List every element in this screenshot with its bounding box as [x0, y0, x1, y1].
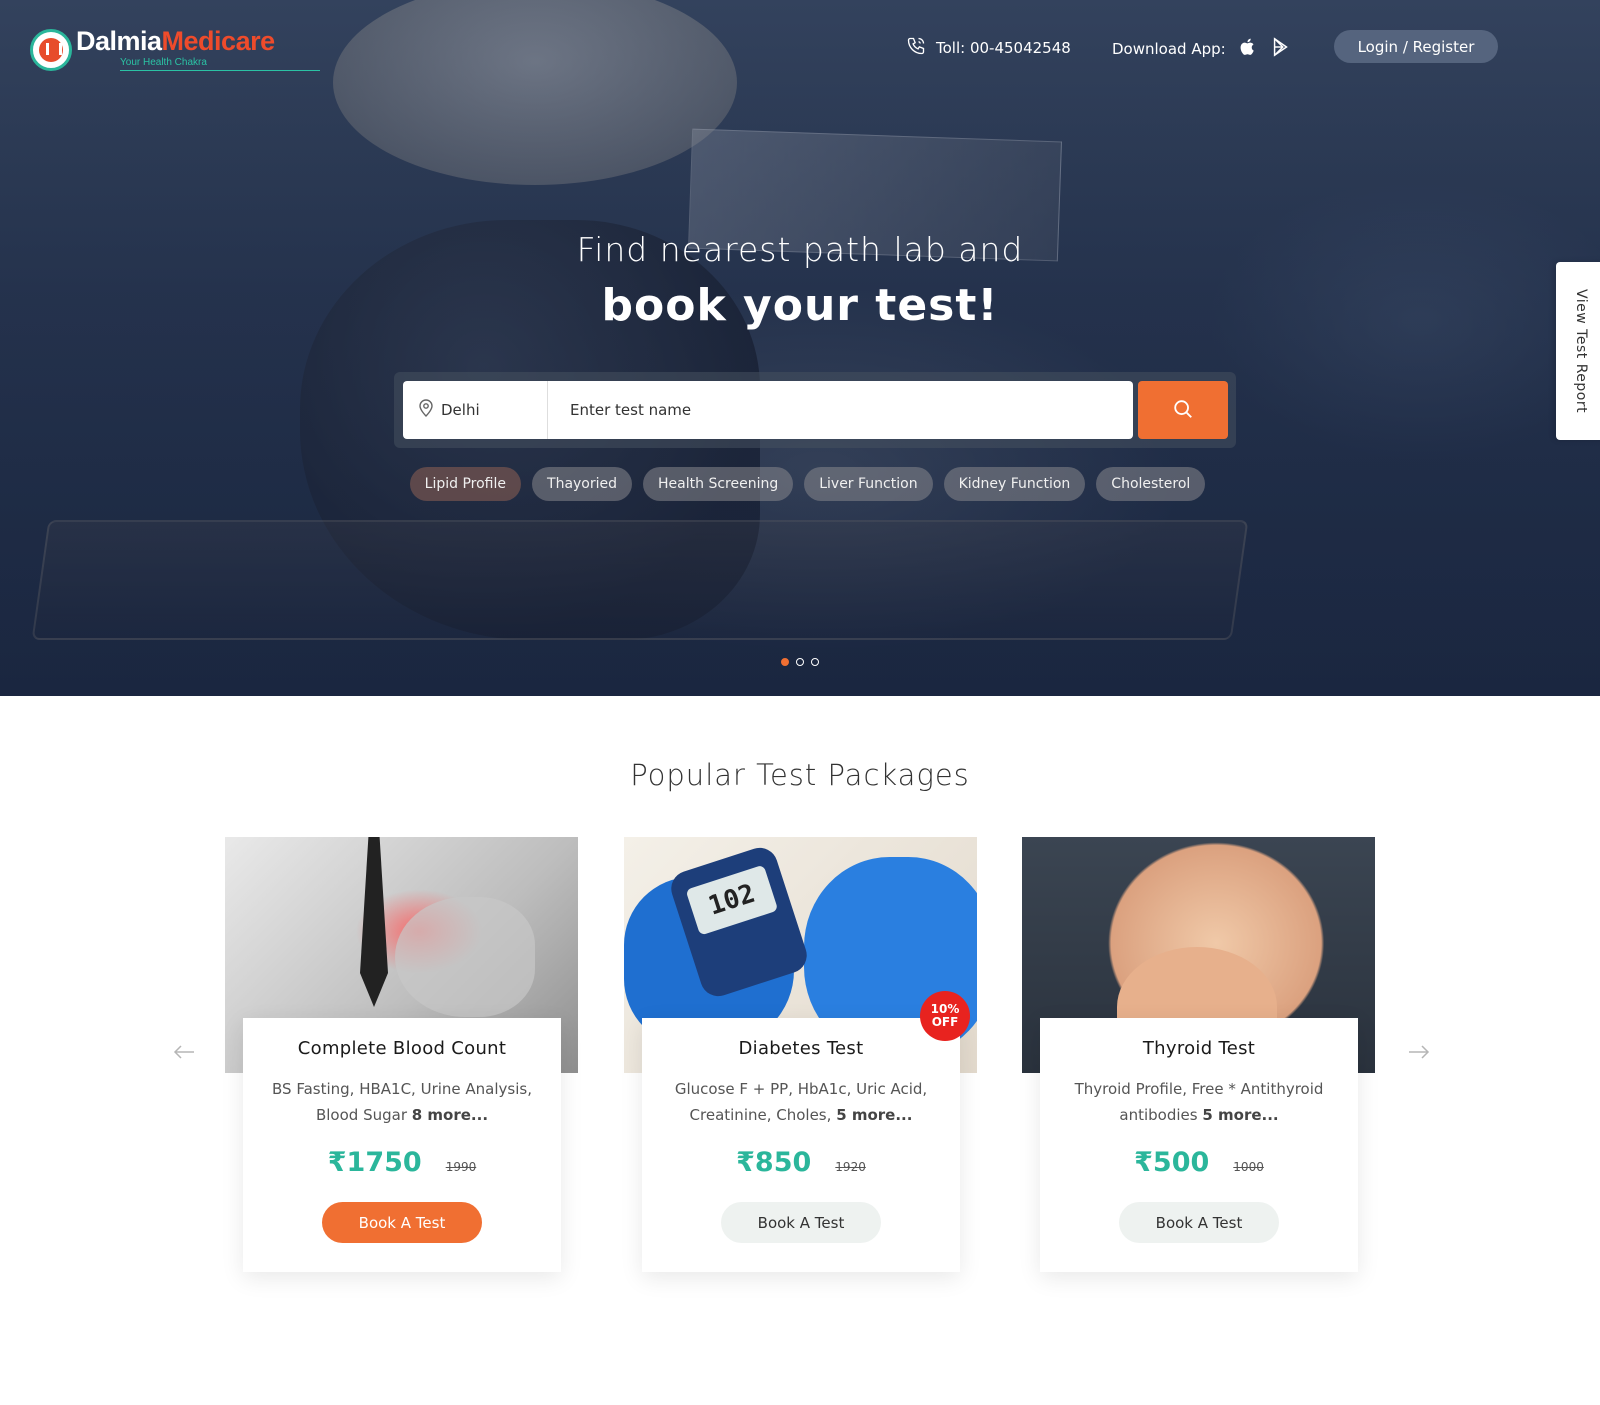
- location-value: Delhi: [441, 401, 480, 419]
- slider-dots: [781, 658, 819, 666]
- chip-cholesterol[interactable]: Cholesterol: [1096, 467, 1206, 501]
- chip-kidney-function[interactable]: Kidney Function: [943, 467, 1086, 501]
- package-title: Complete Blood Count: [297, 1038, 507, 1059]
- package-card: Complete Blood Count BS Fasting, HBA1C, …: [243, 1018, 561, 1272]
- location-selector[interactable]: Delhi: [403, 381, 548, 439]
- package-old-price: 1000: [1233, 1160, 1264, 1174]
- price-row: ₹850 1920: [642, 1147, 960, 1178]
- package-price: ₹500: [1134, 1147, 1210, 1178]
- toll-number[interactable]: Toll: 00-45042548: [906, 36, 1071, 60]
- slider-dot-3[interactable]: [811, 658, 819, 666]
- package-old-price: 1990: [445, 1160, 477, 1174]
- apple-icon[interactable]: [1238, 36, 1258, 62]
- toll-label: Toll: 00-45042548: [936, 39, 1071, 57]
- package-more-link[interactable]: 8 more...: [412, 1106, 488, 1124]
- arrow-right-icon: [1408, 1044, 1430, 1064]
- discount-badge: 10% OFF: [920, 991, 970, 1041]
- view-test-report-label: View Test Report: [1573, 288, 1589, 414]
- package-more-link[interactable]: 5 more...: [1202, 1106, 1278, 1124]
- package-price: ₹850: [736, 1147, 812, 1178]
- book-test-button[interactable]: Book A Test: [721, 1202, 881, 1243]
- download-app: Download App:: [1112, 36, 1292, 62]
- logo-emblem-icon: [30, 28, 72, 71]
- arrow-left-icon: [173, 1044, 195, 1064]
- glucose-meter-reading: 102: [685, 864, 779, 936]
- phone-icon: [906, 36, 926, 60]
- book-test-button[interactable]: Book A Test: [322, 1202, 482, 1243]
- package-old-price: 1920: [835, 1160, 866, 1174]
- package-tests: Thyroid Profile, Free * Antithyroid anti…: [1074, 1080, 1324, 1124]
- price-row: ₹1750 1990: [243, 1147, 561, 1178]
- brand-name-part2: Medicare: [161, 26, 276, 56]
- brand-tagline: Your Health Chakra: [120, 58, 320, 71]
- package-card: Diabetes Test Glucose F + PP, HbA1c, Uri…: [642, 1018, 960, 1272]
- brand-logo[interactable]: DalmiaMedicare Your Health Chakra: [30, 28, 320, 71]
- package-tests: BS Fasting, HBA1C, Urine Analysis, Blood…: [272, 1080, 532, 1124]
- package-title: Diabetes Test: [738, 1038, 864, 1059]
- carousel-prev-button[interactable]: [172, 1042, 196, 1066]
- search-bar: Delhi: [394, 372, 1236, 448]
- package-card: Thyroid Test Thyroid Profile, Free * Ant…: [1040, 1018, 1358, 1272]
- package-title: Thyroid Test: [1142, 1038, 1256, 1059]
- slider-dot-1[interactable]: [781, 658, 789, 666]
- hero-overlay: [0, 0, 1600, 696]
- slider-dot-2[interactable]: [796, 658, 804, 666]
- book-test-button[interactable]: Book A Test: [1119, 1202, 1279, 1243]
- price-row: ₹500 1000: [1040, 1147, 1358, 1178]
- view-test-report-tab[interactable]: View Test Report: [1556, 262, 1600, 440]
- chip-thayoried[interactable]: Thayoried: [532, 467, 633, 501]
- package-description: Glucose F + PP, HbA1c, Uric Acid, Creati…: [666, 1076, 936, 1128]
- popular-search-chips: Lipid Profile Thayoried Health Screening…: [0, 467, 1600, 501]
- package-description: Thyroid Profile, Free * Antithyroid anti…: [1064, 1076, 1334, 1128]
- search-box: Delhi: [403, 381, 1133, 439]
- hero-subtitle: Find nearest path lab and: [576, 230, 1024, 269]
- discount-off-label: OFF: [931, 1015, 959, 1029]
- package-more-link[interactable]: 5 more...: [836, 1106, 912, 1124]
- search-button[interactable]: [1138, 381, 1228, 439]
- search-icon: [1172, 398, 1194, 423]
- brand-name-part1: Dalmia: [76, 26, 162, 56]
- hero-title: book your test!: [601, 280, 999, 331]
- section-title-popular-packages: Popular Test Packages: [630, 758, 970, 792]
- package-description: BS Fasting, HBA1C, Urine Analysis, Blood…: [267, 1076, 537, 1128]
- location-pin-icon: [419, 399, 433, 421]
- test-search-input[interactable]: [548, 381, 1133, 439]
- hero-banner: DalmiaMedicare Your Health Chakra Toll: …: [0, 0, 1600, 696]
- chip-liver-function[interactable]: Liver Function: [804, 467, 933, 501]
- google-play-icon[interactable]: [1270, 36, 1292, 62]
- chip-health-screening[interactable]: Health Screening: [643, 467, 794, 501]
- package-price: ₹1750: [327, 1147, 422, 1178]
- download-label: Download App:: [1112, 40, 1226, 58]
- chip-lipid-profile[interactable]: Lipid Profile: [409, 467, 522, 501]
- login-register-button[interactable]: Login / Register: [1334, 30, 1498, 63]
- carousel-next-button[interactable]: [1407, 1042, 1431, 1066]
